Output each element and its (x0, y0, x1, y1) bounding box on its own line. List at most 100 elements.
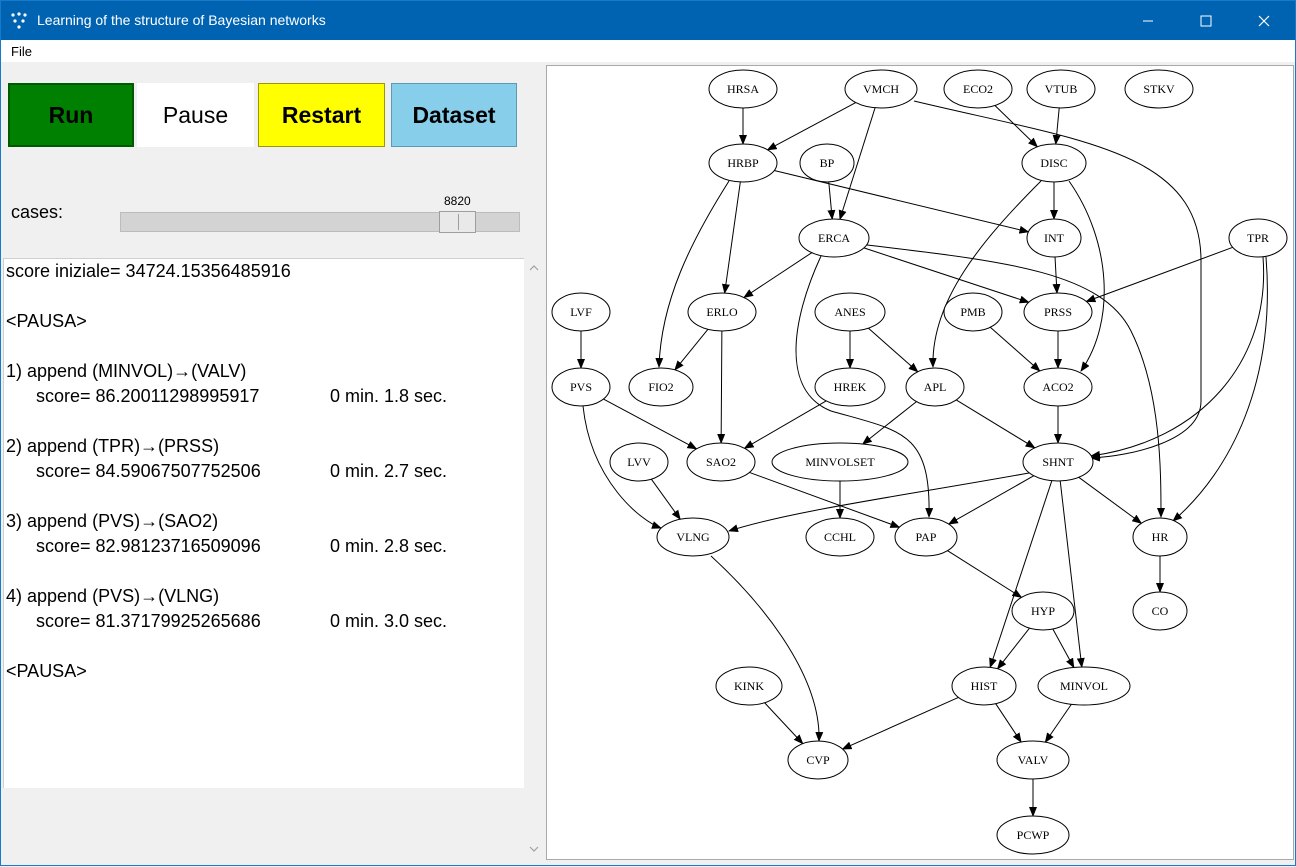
node-label: ERLO (706, 305, 738, 319)
node-hrsa: HRSA (708, 69, 778, 109)
edge-pvs-to-sao2 (603, 398, 698, 450)
node-pvs: PVS (551, 367, 611, 407)
edge-pap-to-hyp (947, 550, 1023, 598)
node-vlng: VLNG (656, 517, 730, 557)
node-cchl: CCHL (805, 517, 875, 557)
node-apl: APL (905, 367, 965, 407)
network-graph-panel: HRSA VMCH ECO2 VTUB STKV HRBP BP DISC INT ERCA TPR… (546, 65, 1294, 860)
node-vtub: VTUB (1026, 69, 1096, 109)
edge-kink-to-cvp (764, 702, 804, 745)
node-label: INT (1044, 231, 1065, 245)
node-label: BP (820, 156, 835, 170)
edge-vtub-to-disc (1052, 107, 1061, 146)
node-vmch: VMCH (844, 69, 918, 109)
edge-shnt-to-hr (1078, 476, 1143, 524)
node-valv: VALV (996, 740, 1070, 780)
node-label: ACO2 (1042, 380, 1073, 394)
node-hrbp: HRBP (708, 143, 778, 183)
edge-minvol-to-valv (1044, 703, 1072, 743)
node-tpr: TPR (1228, 218, 1288, 258)
node-label: VALV (1018, 753, 1049, 767)
node-label: ERCA (818, 231, 850, 245)
node-label: HYP (1031, 604, 1055, 618)
edge-hrbp-to-erlo (721, 181, 741, 295)
edge-vlng-to-cvp (710, 555, 824, 742)
node-label: LVF (570, 305, 592, 319)
node-label: DISC (1040, 156, 1067, 170)
node-label: HRSA (727, 82, 759, 96)
edge-disc-to-aco2 (1068, 180, 1105, 372)
node-label: SAO2 (706, 455, 736, 469)
edge-disc-to-apl (928, 180, 1042, 368)
edge-hyp-to-hist (996, 627, 1030, 670)
edge-hrbp-to-fio2 (655, 180, 730, 368)
node-cvp: CVP (787, 740, 849, 780)
node-label: PCWP (1017, 828, 1050, 842)
edge-tpr-to-shnt (1090, 256, 1265, 459)
edge-shnt-to-pap (947, 475, 1035, 525)
node-hr: HR (1132, 517, 1188, 557)
node-shnt: SHNT (1022, 442, 1094, 482)
node-label: VTUB (1045, 82, 1078, 96)
node-label: PVS (570, 380, 592, 394)
edge-eco2-to-disc (994, 105, 1039, 148)
edge-hyp-to-minvol (1052, 628, 1075, 669)
node-kink: KINK (715, 666, 783, 706)
node-minvolset: MINVOLSET (771, 442, 909, 482)
edge-pmb-to-aco2 (989, 326, 1041, 372)
node-label: SHNT (1042, 455, 1074, 469)
node-lvf: LVF (551, 292, 611, 332)
node-pap: PAP (894, 517, 958, 557)
node-hyp: HYP (1011, 591, 1075, 631)
node-label: APL (924, 380, 947, 394)
node-lvv: LVV (609, 442, 669, 482)
bayesian-network-graph: HRSA VMCH ECO2 VTUB STKV HRBP BP DISC INT ERCA TPR… (551, 69, 1288, 855)
node-label: HIST (971, 679, 998, 693)
node-hrek: HREK (814, 367, 886, 407)
node-label: KINK (734, 679, 764, 693)
node-pcwp: PCWP (996, 815, 1070, 855)
edge-erlo-to-sao2 (717, 330, 726, 444)
node-label: VLNG (676, 530, 710, 544)
edge-erca-to-erlo (743, 252, 813, 299)
node-int: INT (1026, 218, 1082, 258)
edge-int-to-prss (1052, 256, 1061, 295)
node-erca: ERCA (798, 218, 870, 258)
node-label: VMCH (863, 82, 899, 96)
app-window: Learning of the structure of Bayesian ne… (0, 0, 1296, 866)
node-bp: BP (799, 143, 855, 183)
node-label: CO (1152, 604, 1169, 618)
edge-tpr-to-hr (1172, 256, 1268, 522)
node-hist: HIST (951, 666, 1017, 706)
node-label: FIO2 (648, 380, 673, 394)
edge-erca-to-prss (863, 247, 1030, 304)
node-prss: PRSS (1023, 292, 1093, 332)
node-pmb: PMB (943, 292, 1003, 332)
node-disc: DISC (1021, 143, 1087, 183)
node-sao2: SAO2 (686, 442, 756, 482)
node-stkv: STKV (1124, 69, 1194, 109)
node-label: PRSS (1044, 305, 1072, 319)
node-label: HR (1152, 530, 1169, 544)
edge-hist-to-cvp (841, 696, 959, 750)
edge-apl-to-shnt (955, 399, 1036, 449)
node-label: PAP (916, 530, 937, 544)
edge-erlo-to-fio2 (674, 328, 709, 371)
node-co: CO (1132, 591, 1188, 631)
edge-anes-to-apl (868, 327, 919, 373)
node-label: TPR (1247, 231, 1269, 245)
edge-shnt-to-minvol (1059, 480, 1085, 669)
node-label: STKV (1143, 82, 1175, 96)
node-label: MINVOL (1060, 679, 1108, 693)
edge-hrek-to-sao2 (743, 400, 827, 449)
node-erlo: ERLO (687, 292, 757, 332)
edge-tpr-to-prss (1085, 246, 1233, 303)
node-fio2: FIO2 (628, 367, 694, 407)
node-label: ANES (834, 305, 865, 319)
node-label: MINVOLSET (805, 455, 875, 469)
edge-lvv-to-vlng (650, 478, 681, 521)
node-aco2: ACO2 (1023, 367, 1093, 407)
edge-bp-to-erca (827, 181, 836, 221)
node-anes: ANES (814, 292, 886, 332)
edge-vmch-to-hrbp (766, 102, 856, 151)
